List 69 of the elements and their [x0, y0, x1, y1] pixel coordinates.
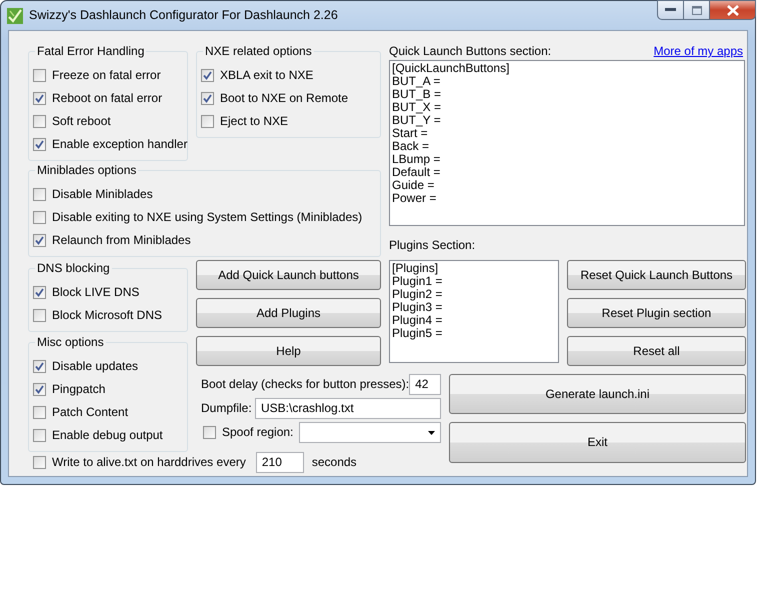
checkbox-label: Pingpatch [52, 382, 106, 397]
maximize-button[interactable] [684, 0, 710, 20]
unit-label: seconds [312, 454, 357, 470]
checkbox[interactable] [33, 92, 46, 105]
group-title: NXE related options [203, 44, 314, 58]
app-icon [7, 8, 23, 24]
checkbox-label: Disable exiting to NXE using System Settings (Miniblades) [52, 210, 362, 225]
button[interactable]: Reset Plugin section [567, 298, 746, 328]
caret-icon [428, 430, 435, 434]
checkbox-label: Soft reboot [52, 114, 111, 129]
field-label: Boot delay (checks for button presses): [201, 377, 410, 392]
checkbox[interactable] [201, 69, 214, 82]
group-title: Miniblades options [35, 163, 138, 178]
checkbox-label: Patch Content [52, 405, 128, 420]
checkbox-label: Write to alive.txt on harddrives every [52, 454, 246, 470]
checkbox[interactable] [33, 456, 46, 468]
section-label: Plugins Section: [389, 238, 476, 252]
text-area[interactable]: [Plugins] Plugin1 = Plugin2 = Plugin3 = Plugin4 = Plugin5 = [389, 260, 559, 363]
close-button[interactable] [710, 0, 756, 20]
link[interactable]: More of my apps [654, 44, 743, 59]
checkbox-label: Disable updates [52, 359, 138, 374]
checkbox[interactable] [33, 234, 46, 247]
button[interactable]: Exit [449, 422, 746, 463]
checkbox[interactable] [33, 138, 46, 151]
text-area[interactable]: [QuickLaunchButtons] BUT_A = BUT_B = BUT_X = BUT_Y = Start = Back = LBump = Default = Guide = Power = [389, 60, 745, 226]
checkbox[interactable] [33, 211, 46, 224]
section-label: Quick Launch Buttons section: [389, 44, 552, 59]
button[interactable]: Add Plugins [196, 298, 381, 328]
field-label: Dumpfile: [201, 401, 252, 416]
checkbox-label: Relaunch from Miniblades [52, 233, 191, 248]
checkbox-label: Freeze on fatal error [52, 68, 161, 83]
checkbox[interactable] [33, 309, 46, 322]
maximize-icon [692, 6, 702, 14]
checkbox-label: Spoof region: [222, 425, 294, 440]
checkbox[interactable] [33, 406, 46, 419]
checkbox[interactable] [33, 188, 46, 201]
checkbox[interactable] [33, 286, 46, 299]
input-field[interactable]: USB:\crashlog.txt [255, 398, 441, 419]
checkbox[interactable] [33, 383, 46, 396]
button[interactable]: Add Quick Launch buttons [196, 260, 381, 290]
input-field[interactable]: 42 [409, 374, 441, 395]
button[interactable]: Reset all [567, 336, 746, 366]
button[interactable]: Generate launch.ini [449, 374, 746, 414]
checkbox-label: Disable Miniblades [52, 187, 153, 202]
close-icon [726, 4, 738, 16]
group-title: Misc options [35, 335, 106, 350]
input-field[interactable]: 210 [256, 452, 304, 472]
checkbox[interactable] [203, 426, 216, 439]
window-title: Swizzy's Dashlaunch Configurator For Dashlaunch 2.26 [29, 8, 338, 23]
checkbox-label: XBLA exit to NXE [220, 68, 314, 83]
button[interactable]: Help [196, 336, 381, 366]
checkbox[interactable] [33, 360, 46, 373]
checkbox-label: Reboot on fatal error [52, 91, 162, 106]
checkbox-label: Enable debug output [52, 428, 163, 443]
checkbox[interactable] [201, 115, 214, 128]
checkbox[interactable] [33, 429, 46, 442]
checkbox[interactable] [201, 92, 214, 105]
checkbox[interactable] [33, 69, 46, 82]
minimize-button[interactable] [657, 0, 684, 20]
checkbox-label: Block Microsoft DNS [52, 308, 162, 323]
checkbox[interactable] [33, 115, 46, 128]
button[interactable]: Reset Quick Launch Buttons [567, 260, 746, 290]
checkbox-label: Eject to NXE [220, 114, 288, 129]
checkbox-label: Boot to NXE on Remote [220, 91, 348, 106]
minimize-icon [665, 8, 676, 12]
group-title: DNS blocking [35, 261, 112, 276]
checkbox-label: Block LIVE DNS [52, 285, 140, 300]
checkbox-label: Enable exception handler [52, 137, 188, 152]
group-title: Fatal Error Handling [35, 44, 146, 58]
